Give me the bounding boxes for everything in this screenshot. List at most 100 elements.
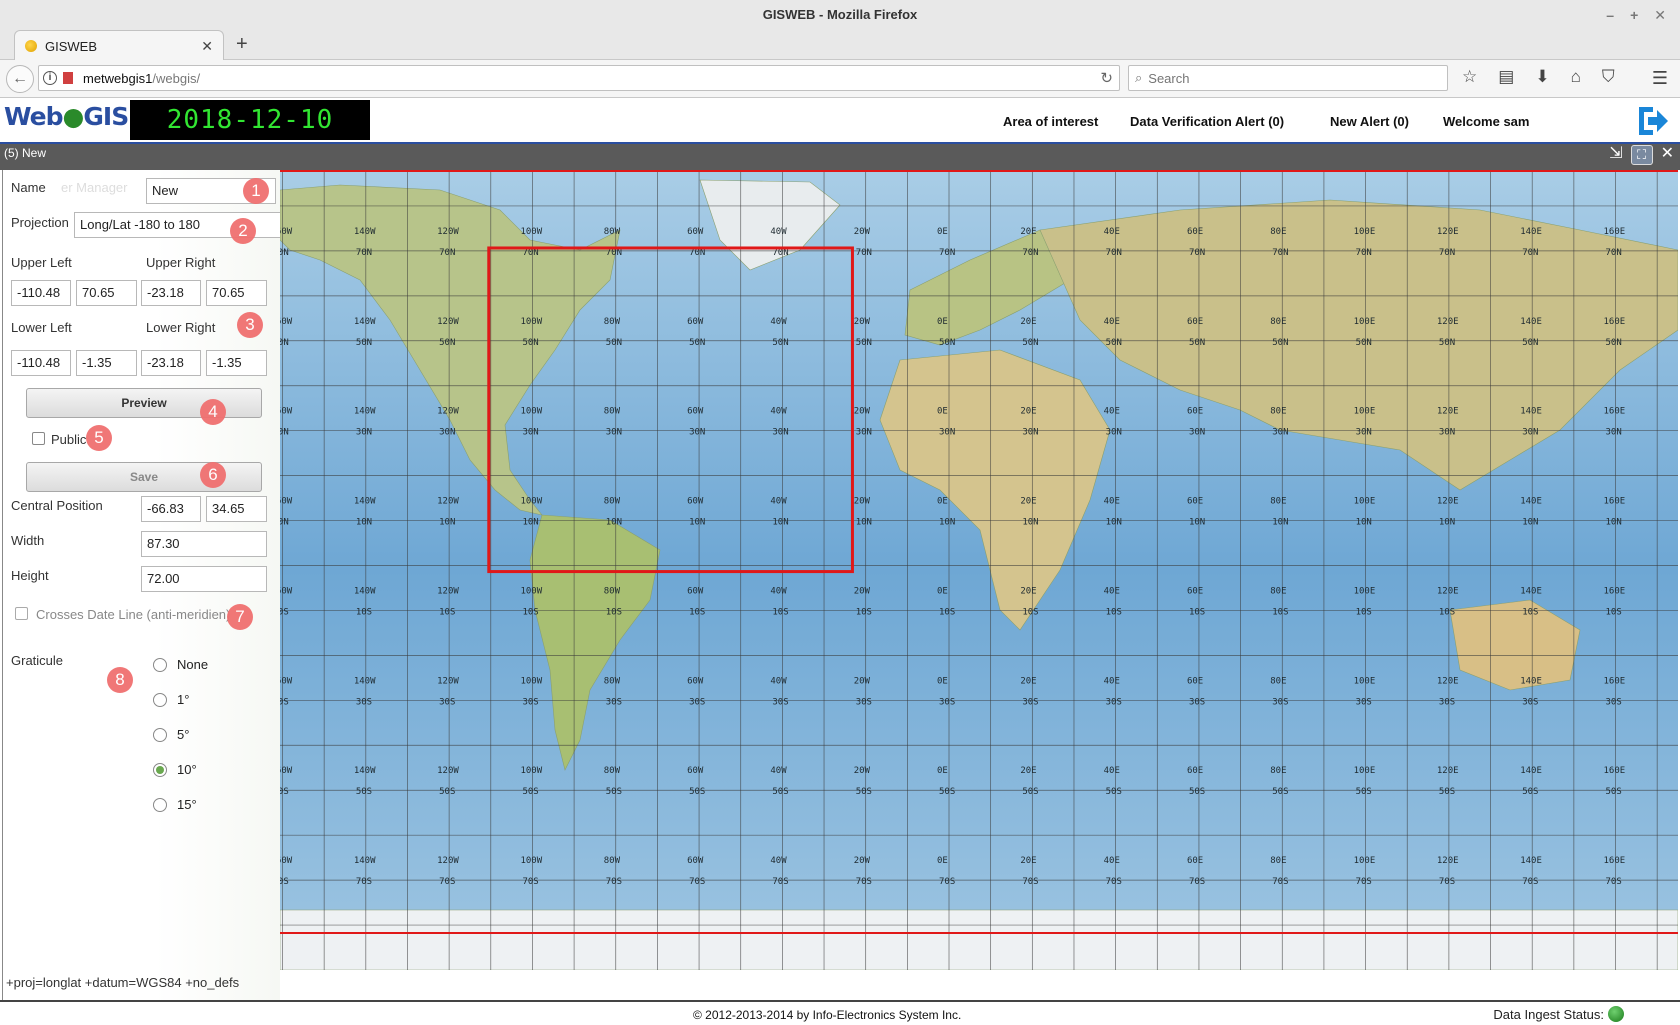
graticule-lon-label: 160W: [280, 317, 293, 327]
graticule-lat-label: 10S: [522, 607, 538, 617]
graticule-lon-label: 20E: [1020, 227, 1036, 237]
graticule-lat-label: 70S: [1106, 877, 1122, 887]
graticule-lat-label: 50N: [1356, 338, 1372, 348]
graticule-lon-label: 100E: [1354, 497, 1376, 507]
minimize-panel-icon[interactable]: ⇲: [1609, 145, 1622, 165]
map-view[interactable]: 160W 70N 160W 50N 160W 30N 160W 10N 160W 10S 160W 3…: [280, 170, 1678, 970]
search-input[interactable]: [1148, 70, 1429, 86]
bookmark-star-icon[interactable]: ☆: [1462, 67, 1477, 87]
pocket-icon[interactable]: ⛉: [1602, 67, 1615, 87]
maximize-panel-icon[interactable]: ⛶: [1630, 145, 1653, 165]
area-form-sidebar: Name er Manager New Projection Long/Lat …: [2, 170, 281, 1000]
graticule-lat-label: 70N: [1106, 248, 1122, 258]
upper-right-lon-field[interactable]: -23.18: [141, 280, 201, 306]
graticule-lon-label: 100W: [520, 227, 542, 237]
height-field[interactable]: 72.00: [141, 566, 267, 592]
graticule-lon-label: 60W: [687, 766, 704, 776]
graticule-lon-label: 0E: [937, 227, 948, 237]
upper-right-lat-field[interactable]: 70.65: [206, 280, 267, 306]
graticule-radio-15deg[interactable]: [153, 798, 167, 812]
graticule-lat-label: 50S: [1439, 787, 1455, 797]
graticule-radio-10deg[interactable]: [153, 763, 167, 777]
reload-icon[interactable]: ↻: [1100, 69, 1113, 87]
close-window-icon[interactable]: ✕: [1654, 1, 1666, 30]
graticule-lon-label: 60E: [1187, 407, 1203, 417]
graticule-lat-label: 50S: [939, 787, 955, 797]
graticule-lat-label: 30N: [1606, 428, 1622, 438]
public-checkbox[interactable]: [32, 432, 45, 445]
nav-new-alert[interactable]: New Alert (0): [1330, 98, 1409, 144]
ingest-status-icon[interactable]: [1608, 1006, 1624, 1022]
preview-button[interactable]: Preview: [26, 388, 262, 418]
welcome-user[interactable]: Welcome sam: [1443, 98, 1529, 144]
lower-left-lon-field[interactable]: -110.48: [11, 350, 71, 376]
nav-area-of-interest[interactable]: Area of interest: [1003, 98, 1098, 144]
back-arrow-icon[interactable]: ←: [6, 65, 34, 93]
crosses-date-line-checkbox[interactable]: [15, 607, 28, 620]
site-info-icon[interactable]: i: [43, 71, 57, 85]
graticule-lat-label: 10N: [1022, 518, 1038, 528]
graticule-lon-label: 140W: [354, 227, 376, 237]
central-lat-field[interactable]: 34.65: [206, 496, 267, 522]
tab-close-icon[interactable]: ✕: [201, 38, 213, 55]
graticule-radio-5deg[interactable]: [153, 728, 167, 742]
width-field[interactable]: 87.30: [141, 531, 267, 557]
graticule-option-label: 1°: [177, 692, 190, 707]
graticule-option-label: 5°: [177, 727, 190, 742]
minimize-icon[interactable]: –: [1606, 1, 1614, 30]
nav-data-verification-alert[interactable]: Data Verification Alert (0): [1130, 98, 1284, 144]
ingest-status-label: Data Ingest Status:: [1493, 1006, 1604, 1022]
save-button[interactable]: Save: [26, 462, 262, 492]
graticule-radio-1deg[interactable]: [153, 693, 167, 707]
graticule-lat-label: 50N: [439, 338, 455, 348]
graticule-radio-none[interactable]: [153, 658, 167, 672]
graticule-lon-label: 20W: [854, 856, 871, 866]
graticule-lon-label: 160W: [280, 407, 293, 417]
graticule-lon-label: 80W: [604, 227, 621, 237]
panel-controls: ⇲ ⛶ ✕: [1609, 145, 1674, 165]
graticule-lat-label: 30S: [1106, 697, 1122, 707]
lower-right-lat-field[interactable]: -1.35: [206, 350, 267, 376]
graticule-lon-label: 140W: [354, 586, 376, 596]
reading-list-icon[interactable]: ▤: [1498, 67, 1514, 87]
central-lon-field[interactable]: -66.83: [141, 496, 201, 522]
antarctica: [280, 909, 1678, 970]
graticule-lon-label: 140W: [354, 317, 376, 327]
world-map-svg[interactable]: 160W 70N 160W 50N 160W 30N 160W 10N 160W 10S 160W 3…: [280, 170, 1678, 970]
graticule-lon-label: 120E: [1437, 227, 1459, 237]
graticule-lat-label: 50N: [1439, 338, 1455, 348]
new-tab-icon[interactable]: +: [236, 33, 248, 56]
graticule-lon-label: 120W: [437, 766, 459, 776]
public-label: Public: [51, 432, 87, 447]
graticule-lon-label: 60E: [1187, 766, 1203, 776]
graticule-lat-label: 70S: [356, 877, 372, 887]
url-bar[interactable]: i metwebgis1/webgis/ ↻: [38, 65, 1120, 91]
lower-left-lat-field[interactable]: -1.35: [76, 350, 137, 376]
browser-tab-gisweb[interactable]: GISWEB ✕: [14, 30, 224, 61]
graticule-lon-label: 120W: [437, 407, 459, 417]
graticule-lat-label: 10N: [280, 518, 289, 528]
upper-left-lon-field[interactable]: -110.48: [11, 280, 71, 306]
graticule-lon-label: 80W: [604, 497, 621, 507]
graticule-option-label: 10°: [177, 762, 197, 777]
graticule-lat-label: 10N: [1356, 518, 1372, 528]
graticule-lat-label: 30N: [522, 428, 538, 438]
graticule-lat-label: 10S: [1606, 607, 1622, 617]
data-ingest-status: Data Ingest Status:: [1493, 1006, 1624, 1022]
lower-right-lon-field[interactable]: -23.18: [141, 350, 201, 376]
home-icon[interactable]: ⌂: [1571, 67, 1581, 87]
window-controls: – + ✕: [1606, 0, 1666, 30]
download-icon[interactable]: ⬇: [1535, 67, 1549, 87]
graticule-lon-label: 160E: [1604, 317, 1626, 327]
graticule-lat-label: 30N: [939, 428, 955, 438]
insecure-lock-icon[interactable]: [63, 72, 73, 84]
logout-icon[interactable]: [1636, 104, 1670, 138]
annotation-badge: 1: [243, 178, 269, 204]
search-bar[interactable]: ⌕: [1128, 65, 1448, 91]
graticule-lon-label: 20E: [1020, 586, 1036, 596]
upper-left-lat-field[interactable]: 70.65: [76, 280, 137, 306]
graticule-lon-label: 160E: [1604, 766, 1626, 776]
hamburger-menu-icon[interactable]: ☰: [1652, 68, 1668, 89]
maximize-icon[interactable]: +: [1630, 1, 1638, 30]
close-panel-icon[interactable]: ✕: [1661, 145, 1674, 165]
